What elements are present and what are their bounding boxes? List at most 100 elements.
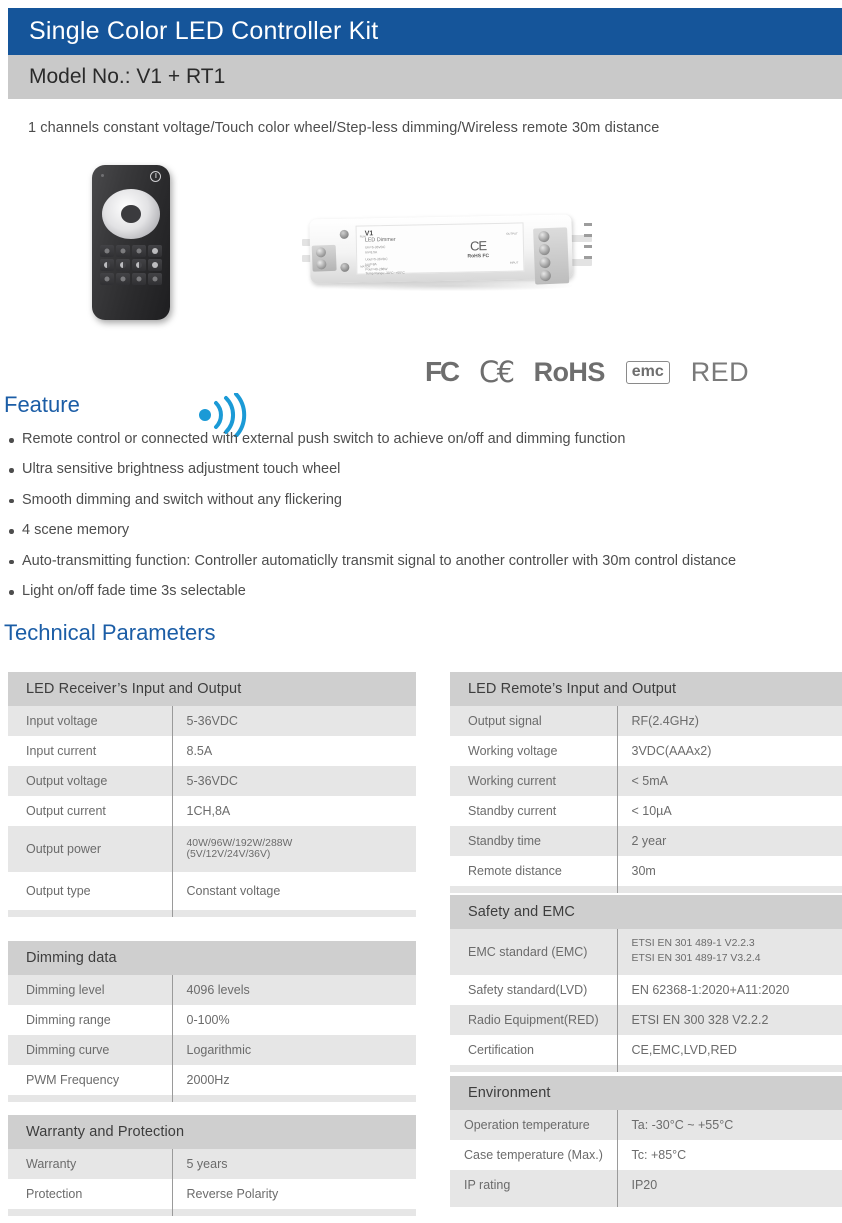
- row-key: PWM Frequency: [8, 1065, 172, 1095]
- row-value: 3VDC(AAAx2): [617, 736, 842, 766]
- table-header-row: Environment: [450, 1076, 842, 1110]
- row-value: ETSI EN 300 328 V2.2.2: [617, 1005, 842, 1035]
- row-key: Standby current: [450, 796, 617, 826]
- row-key: IP rating: [450, 1170, 617, 1200]
- controller-screw: [340, 263, 349, 272]
- controller-ce-mark: CE: [467, 238, 489, 253]
- row-value: 4096 levels: [172, 975, 416, 1005]
- table-header-row: LED Remote’s Input and Output: [450, 672, 842, 706]
- remote-key: [100, 259, 114, 271]
- row-value: EN 62368-1:2020+A11:2020: [617, 975, 842, 1005]
- table-row: Case temperature (Max.) Tc: +85°C: [450, 1140, 842, 1170]
- remote-key-power: [148, 245, 162, 257]
- controller-screw: [340, 230, 349, 239]
- row-value: 5-36VDC: [172, 766, 416, 796]
- row-value: 1CH,8A: [172, 796, 416, 826]
- table-header-row: LED Receiver’s Input and Output: [8, 672, 416, 706]
- table-row: Input voltage 5-36VDC: [8, 706, 416, 736]
- table-title: LED Receiver’s Input and Output: [8, 672, 416, 706]
- remote-key-scene: [100, 273, 114, 285]
- remote-key: [148, 259, 162, 271]
- controller-run-label: RUN: [360, 234, 366, 238]
- row-key: Dimming level: [8, 975, 172, 1005]
- led-controller-image: V1 LED Dimmer Uin=5-36VDC Iin=8.5A Uout=…: [302, 207, 592, 293]
- row-key: Operation temperature: [450, 1110, 617, 1140]
- remote-key-scene: [116, 273, 130, 285]
- technical-parameters-heading: Technical Parameters: [4, 620, 216, 646]
- row-value: Logarithmic: [172, 1035, 416, 1065]
- remote-power-icon: [150, 171, 161, 182]
- table-row: Standby time 2 year: [450, 826, 842, 856]
- remote-key-scene: [148, 273, 162, 285]
- table-row: Working voltage 3VDC(AAAx2): [450, 736, 842, 766]
- product-image-area: V1 LED Dimmer Uin=5-36VDC Iin=8.5A Uout=…: [0, 155, 842, 365]
- controller-terminal-block: [533, 227, 569, 284]
- feature-list: Remote control or connected with externa…: [8, 432, 828, 615]
- remote-key: [116, 259, 130, 271]
- row-key: Radio Equipment(RED): [450, 1005, 617, 1035]
- controller-output-pins: [584, 223, 592, 273]
- row-value: 0-100%: [172, 1005, 416, 1035]
- table-led-remote: LED Remote’s Input and Output Output sig…: [450, 672, 842, 893]
- controller-body: V1 LED Dimmer Uin=5-36VDC Iin=8.5A Uout=…: [309, 214, 572, 283]
- row-value: 5 years: [172, 1149, 416, 1179]
- row-key: Input voltage: [8, 706, 172, 736]
- row-key: Output signal: [450, 706, 617, 736]
- row-key: EMC standard (EMC): [450, 929, 617, 975]
- table-header-row: Safety and EMC: [450, 895, 842, 929]
- row-value: 40W/96W/192W/288W (5V/12V/24V/36V): [172, 826, 416, 872]
- remote-key-scene: [132, 273, 146, 285]
- remote-control-image: [92, 165, 170, 320]
- table-row: Standby current < 10µA: [450, 796, 842, 826]
- touch-color-wheel: [102, 189, 160, 239]
- table-row: Output signal RF(2.4GHz): [450, 706, 842, 736]
- feature-heading: Feature: [4, 392, 80, 418]
- row-key: Working voltage: [450, 736, 617, 766]
- row-value: Reverse Polarity: [172, 1179, 416, 1209]
- row-key: Standby time: [450, 826, 617, 856]
- controller-shadow: [322, 281, 572, 291]
- table-row: Output type Constant voltage: [8, 872, 416, 910]
- table-header-row: Dimming data: [8, 941, 416, 975]
- table-row: Dimming level 4096 levels: [8, 975, 416, 1005]
- row-value: Tc: +85°C: [617, 1140, 842, 1170]
- row-value: < 5mA: [617, 766, 842, 796]
- row-key: Dimming curve: [8, 1035, 172, 1065]
- table-row: PWM Frequency 2000Hz: [8, 1065, 416, 1095]
- table-warranty-protection: Warranty and Protection Warranty 5 years…: [8, 1115, 416, 1216]
- table-bottom-strip: [8, 1095, 416, 1102]
- row-value-line1: 40W/96W/192W/288W: [187, 838, 411, 849]
- ce-icon: C€: [479, 355, 513, 389]
- table-header-row: Warranty and Protection: [8, 1115, 416, 1149]
- row-key: Warranty: [8, 1149, 172, 1179]
- controller-input-label: INPUT: [510, 261, 518, 265]
- table-row: Remote distance 30m: [450, 856, 842, 886]
- feature-item: Ultra sensitive brightness adjustment to…: [8, 462, 828, 478]
- remote-key: [132, 245, 146, 257]
- table-title: LED Remote’s Input and Output: [450, 672, 842, 706]
- rohs-icon: RoHS: [534, 357, 605, 388]
- feature-item: 4 scene memory: [8, 523, 828, 539]
- red-icon: RED: [691, 357, 749, 388]
- table-row: Dimming range 0-100%: [8, 1005, 416, 1035]
- row-key: Output current: [8, 796, 172, 826]
- table-bottom-strip: [8, 1209, 416, 1216]
- table-title: Warranty and Protection: [8, 1115, 416, 1149]
- row-value: 8.5A: [172, 736, 416, 766]
- table-row: Safety standard(LVD) EN 62368-1:2020+A11…: [450, 975, 842, 1005]
- table-row: Protection Reverse Polarity: [8, 1179, 416, 1209]
- row-value: < 10µA: [617, 796, 842, 826]
- product-title-bar: Single Color LED Controller Kit: [8, 8, 842, 55]
- table-row: Warranty 5 years: [8, 1149, 416, 1179]
- row-key: Remote distance: [450, 856, 617, 886]
- feature-item: Smooth dimming and switch without any fl…: [8, 493, 828, 509]
- row-value-line2: ETSI EN 301 489-17 V3.2.4: [632, 952, 837, 967]
- table-title: Dimming data: [8, 941, 416, 975]
- table-row: Output voltage 5-36VDC: [8, 766, 416, 796]
- table-safety-emc: Safety and EMC EMC standard (EMC) ETSI E…: [450, 895, 842, 1072]
- table-row: IP rating IP20: [450, 1170, 842, 1200]
- table-row: Working current < 5mA: [450, 766, 842, 796]
- feature-item: Remote control or connected with externa…: [8, 432, 828, 448]
- remote-led-indicator: [101, 174, 104, 177]
- row-value: 30m: [617, 856, 842, 886]
